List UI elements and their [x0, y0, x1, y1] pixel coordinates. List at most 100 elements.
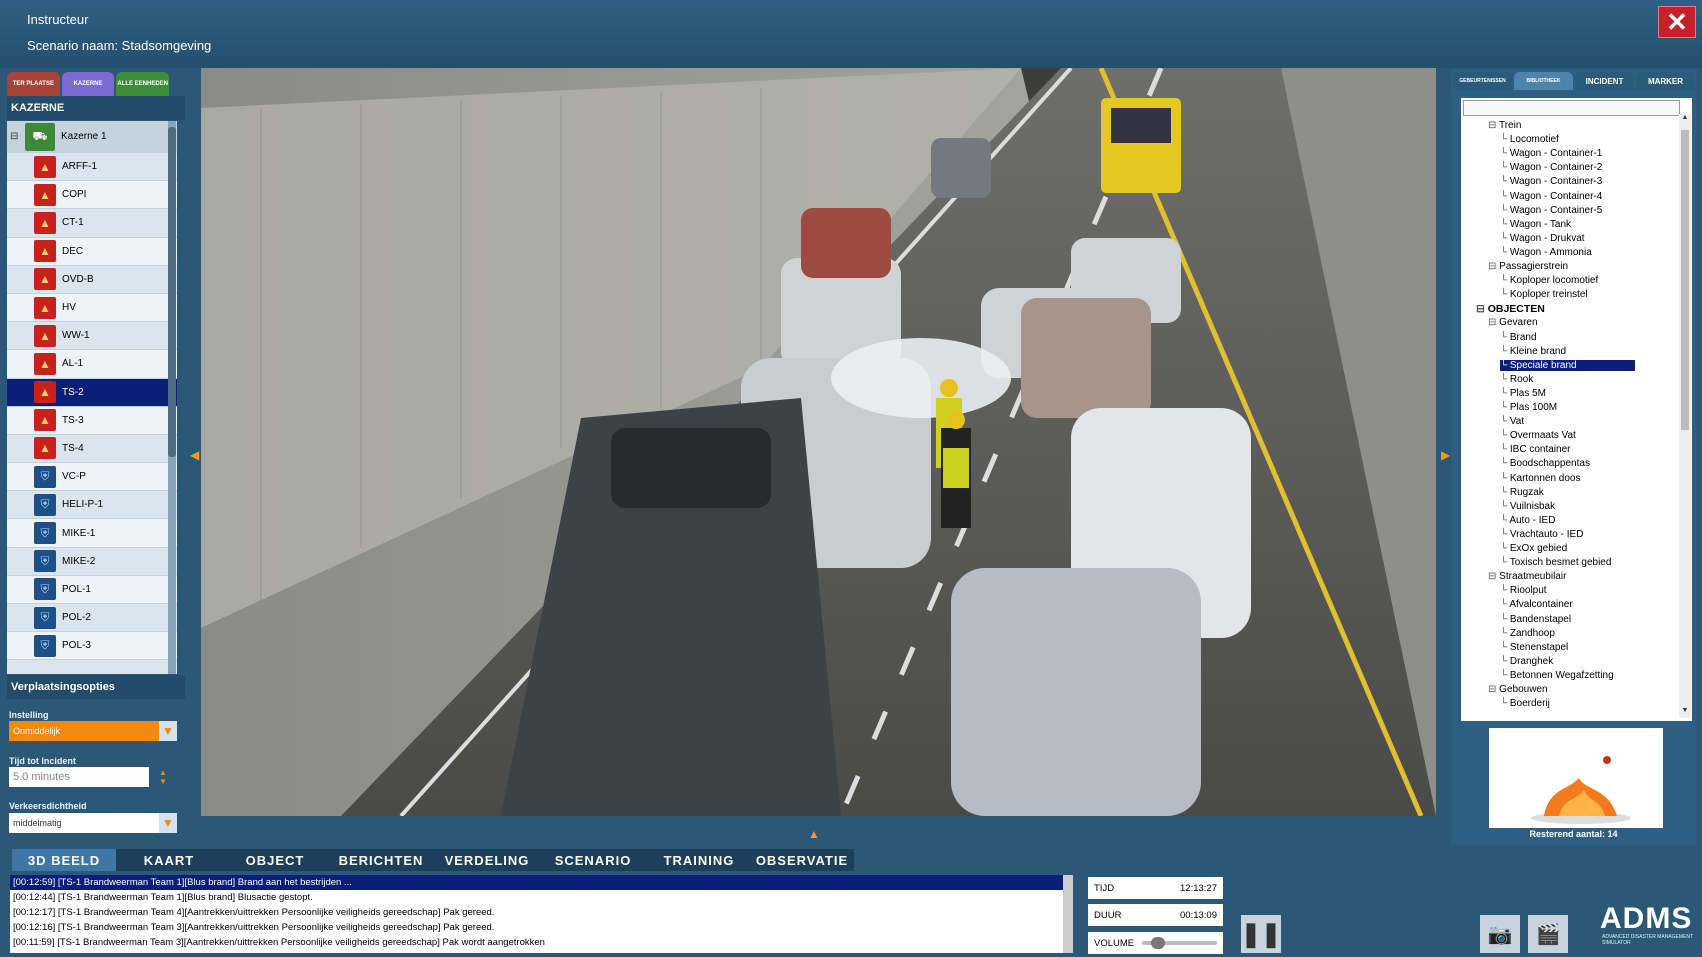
unit-row[interactable]: ⛨ POL-3 [7, 632, 177, 661]
right-tab-0[interactable]: GEBEURTENISSEN [1453, 72, 1512, 90]
expand-icon[interactable]: ⊟ [1488, 317, 1499, 328]
tab-observatie[interactable]: OBSERVATIE [752, 849, 852, 871]
increment-icon[interactable]: ▲ [159, 768, 167, 777]
tree-item[interactable]: └ Wagon - Container-1 [1500, 148, 1602, 159]
decrement-icon[interactable]: ▼ [159, 777, 167, 786]
tree-item[interactable]: └ Rook [1500, 374, 1533, 385]
volume-knob[interactable] [1151, 937, 1166, 949]
unit-row[interactable]: ▲ WW-1 [7, 322, 177, 351]
unit-row[interactable]: ▲ CT-1 [7, 209, 177, 238]
3d-viewport[interactable] [201, 68, 1436, 816]
expand-icon[interactable]: ⊟ [1488, 571, 1499, 582]
tree-item[interactable]: └ Wagon - Container-4 [1500, 191, 1602, 202]
tijd-stepper[interactable]: 5.0 minutes ▲ ▼ [9, 767, 177, 787]
left-tab-1[interactable]: KAZERNE [61, 72, 115, 96]
tree-item[interactable]: └ Speciale brand [1500, 359, 1635, 371]
unit-row[interactable]: ▲ TS-4 [7, 435, 177, 464]
volume-slider[interactable] [1142, 937, 1217, 949]
log-row[interactable]: [00:11:59] [TS-1 Brandweerman Team 3][Aa… [10, 935, 1068, 950]
unit-row[interactable]: ▲ TS-3 [7, 406, 177, 435]
unit-row[interactable]: ⛨ POL-1 [7, 575, 177, 604]
record-button[interactable]: 🎬 [1528, 915, 1568, 953]
unit-row[interactable]: ▲ ARFF-1 [7, 153, 177, 182]
tree-item[interactable]: └ Plas 5M [1500, 388, 1546, 399]
log-row[interactable]: [00:12:59] [TS-1 Brandweerman Team 1][Bl… [10, 875, 1068, 890]
tree-item[interactable]: └ Rioolput [1500, 585, 1547, 596]
unit-row[interactable]: ▲ HV [7, 293, 177, 323]
kazerne-parent-row[interactable]: ⊟ ⛟ Kazerne 1 [7, 121, 177, 153]
tree-item[interactable]: └ Rugzak [1500, 487, 1544, 498]
tree-group[interactable]: ⊟ Gevaren [1488, 317, 1538, 328]
tree-item[interactable]: └ Koploper locomotief [1500, 275, 1598, 286]
tree-item[interactable]: └ Boodschappentas [1500, 458, 1590, 469]
right-tab-3[interactable]: MARKER [1636, 72, 1695, 90]
tree-item[interactable]: └ Afvalcontainer [1500, 599, 1573, 610]
tree-item[interactable]: └ IBC container [1500, 444, 1570, 455]
tree-item[interactable]: └ Wagon - Container-3 [1500, 176, 1602, 187]
unit-row[interactable]: ⛨ HELI-P-1 [7, 491, 177, 520]
scroll-up-icon[interactable]: ▲ [1679, 114, 1691, 121]
unit-row[interactable]: ▲ DEC [7, 237, 177, 266]
right-tab-1[interactable]: BIBLIOTHEEK [1514, 72, 1573, 90]
unit-row[interactable]: ⛨ MIKE-1 [7, 519, 177, 548]
tree-group[interactable]: ⊟ Trein [1488, 120, 1521, 131]
tree-item[interactable]: └ Vat [1500, 416, 1524, 427]
pause-button[interactable]: ❚❚ [1241, 915, 1281, 953]
right-tab-2[interactable]: INCIDENT [1575, 72, 1634, 90]
tree-item[interactable]: └ Zandhoop [1500, 628, 1555, 639]
unit-row[interactable]: ⛨ MIKE-2 [7, 548, 177, 576]
left-tab-2[interactable]: ALLE EENHEDEN [116, 72, 170, 96]
unit-row[interactable]: ▲ AL-1 [7, 350, 177, 379]
tree-item[interactable]: └ Vuilnisbak [1500, 501, 1555, 512]
tree-item[interactable]: └ Bandenstapel [1500, 614, 1571, 625]
collapse-bottom-icon[interactable]: ▲ [808, 827, 820, 841]
collapse-right-icon[interactable]: ▶ [1441, 448, 1450, 462]
tree-item[interactable]: └ Kartonnen doos [1500, 473, 1581, 484]
tree-item[interactable]: └ Wagon - Drukvat [1500, 233, 1585, 244]
log-row[interactable]: [00:12:17] [TS-1 Brandweerman Team 4][Aa… [10, 905, 1068, 920]
tree-item[interactable]: └ Auto - IED [1500, 515, 1555, 526]
unit-row[interactable]: ⛨ POL-2 [7, 604, 177, 633]
tree-item[interactable]: └ Koploper treinstel [1500, 289, 1588, 300]
tab-berichten[interactable]: BERICHTEN [328, 849, 434, 871]
tree-item[interactable]: └ ExOx gebied [1500, 543, 1567, 554]
unit-row[interactable]: ⛨ VC-P [7, 463, 177, 492]
tab-training[interactable]: TRAINING [646, 849, 752, 871]
log-row[interactable]: [00:12:44] [TS-1 Brandweerman Team 1][Bl… [10, 890, 1068, 905]
tree-item[interactable]: └ Kleine brand [1500, 346, 1566, 357]
collapse-icon[interactable]: ⊟ [10, 131, 18, 142]
tree-item[interactable]: └ Betonnen Wegafzetting [1500, 670, 1614, 681]
tab-object[interactable]: OBJECT [222, 849, 328, 871]
library-scroll-thumb[interactable] [1681, 130, 1689, 430]
tree-item[interactable]: └ Plas 100M [1500, 402, 1557, 413]
tab-kaart[interactable]: KAART [116, 849, 222, 871]
unit-row[interactable]: ▲ OVD-B [7, 266, 177, 294]
tree-group[interactable]: ⊟ Straatmeubilair [1488, 571, 1566, 582]
tree-item[interactable]: └ Toxisch besmet gebied [1500, 557, 1611, 568]
tijd-value[interactable]: 5.0 minutes [9, 767, 149, 787]
unit-row[interactable]: ▲ TS-2 [7, 378, 177, 407]
expand-icon[interactable]: ⊟ [1488, 684, 1499, 695]
tree-item[interactable]: └ Overmaats Vat [1500, 430, 1576, 441]
tree-group[interactable]: ⊟ Passagierstrein [1488, 261, 1568, 272]
tree-item[interactable]: └ Wagon - Container-2 [1500, 162, 1602, 173]
tree-item[interactable]: └ Wagon - Tank [1500, 219, 1571, 230]
tab-verdeling[interactable]: VERDELING [434, 849, 540, 871]
scroll-down-icon[interactable]: ▼ [1679, 707, 1691, 714]
tree-item[interactable]: └ Wagon - Container-5 [1500, 205, 1602, 216]
expand-icon[interactable]: ⊟ [1488, 120, 1499, 131]
chevron-down-icon[interactable]: ▼ [159, 721, 177, 741]
tree-item[interactable]: └ Boerderij [1500, 698, 1550, 709]
chevron-down-icon[interactable]: ▼ [159, 813, 177, 833]
close-button[interactable]: ✕ [1658, 6, 1696, 38]
tab-3d-beeld[interactable]: 3D BEELD [12, 849, 116, 871]
verkeer-dropdown[interactable]: middelmatig ▼ [9, 813, 177, 833]
volume-control[interactable]: VOLUME [1088, 932, 1223, 954]
tab-scenario[interactable]: SCENARIO [540, 849, 646, 871]
tree-item[interactable]: └ Locomotief [1500, 134, 1559, 145]
log-scrollbar[interactable] [1063, 875, 1073, 953]
tree-item[interactable]: └ Stenenstapel [1500, 642, 1568, 653]
instelling-dropdown[interactable]: Onmiddelijk ▼ [9, 721, 177, 741]
left-tab-0[interactable]: TER PLAATSE [7, 72, 60, 96]
expand-icon[interactable]: ⊟ [1488, 261, 1499, 272]
